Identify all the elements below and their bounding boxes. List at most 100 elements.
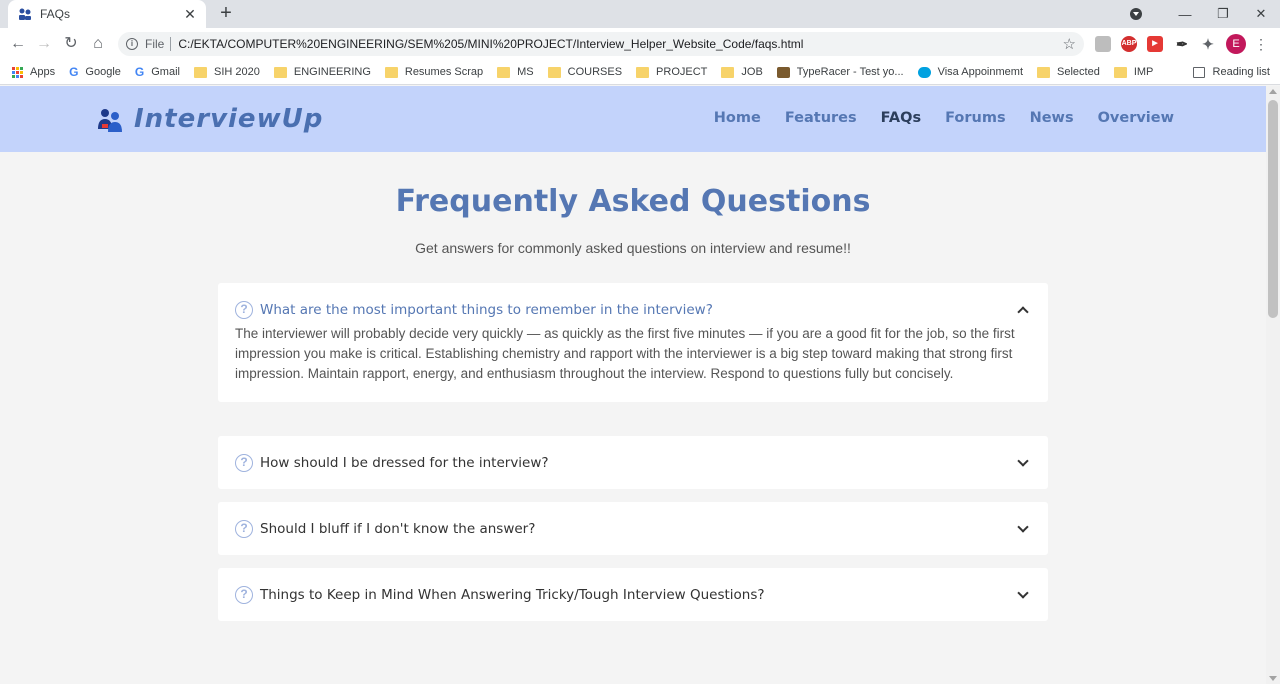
browser-toolbar: ← → ↻ ⌂ i File C:/EKTA/COMPUTER%20ENGINE… — [0, 28, 1280, 60]
scroll-up-icon[interactable] — [1269, 89, 1277, 94]
forward-icon[interactable]: → — [34, 34, 54, 54]
bookmark-typeracer[interactable]: TypeRacer - Test yo... — [776, 66, 904, 78]
page-subtitle: Get answers for commonly asked questions… — [415, 240, 851, 256]
nav-home[interactable]: Home — [714, 110, 761, 126]
brand-name: InterviewUp — [134, 104, 324, 134]
bookmark-gmail[interactable]: G Gmail — [135, 65, 180, 79]
nav-faqs[interactable]: FAQs — [881, 110, 921, 126]
tab-search-icon[interactable] — [1130, 8, 1142, 20]
nav-forums[interactable]: Forums — [945, 110, 1006, 126]
minimize-icon[interactable]: — — [1166, 7, 1204, 22]
close-tab-icon[interactable]: ✕ — [182, 6, 198, 23]
bookmark-courses[interactable]: COURSES — [547, 66, 623, 78]
faq-item: ? What are the most important things to … — [218, 283, 1048, 402]
adblock-icon[interactable]: ABP — [1121, 36, 1137, 52]
chevron-down-icon[interactable] — [1016, 522, 1030, 536]
reading-list-button[interactable]: Reading list — [1192, 66, 1270, 78]
folder-icon — [273, 66, 287, 78]
bookmark-imp[interactable]: IMP — [1113, 66, 1153, 78]
chevron-up-icon[interactable] — [1016, 303, 1030, 317]
google-icon: G — [134, 65, 145, 79]
bookmark-selected[interactable]: Selected — [1037, 66, 1100, 78]
bookmark-apps[interactable]: Apps — [12, 66, 55, 78]
folder-icon — [721, 66, 735, 78]
faq-item: ? How should I be dressed for the interv… — [218, 436, 1048, 489]
nav-features[interactable]: Features — [785, 110, 857, 126]
bookmark-label: PROJECT — [656, 66, 708, 78]
people-logo-icon — [98, 109, 122, 132]
bookmark-label: Visa Appoinmemt — [937, 66, 1023, 78]
tab-title: FAQs — [40, 7, 71, 21]
page-title: Frequently Asked Questions — [395, 184, 871, 219]
info-icon[interactable]: i — [126, 38, 138, 50]
site-header: InterviewUp Home Features FAQs Forums Ne… — [0, 86, 1266, 152]
puzzle-extensions-icon[interactable]: ✦ — [1200, 36, 1216, 52]
youtube-extension-icon[interactable]: ▶ — [1147, 36, 1163, 52]
reading-list-icon — [1192, 66, 1205, 78]
window-controls: — ❐ ✕ — [1130, 0, 1280, 28]
bookmark-label: Resumes Scrap — [404, 66, 484, 78]
bookmark-label: SIH 2020 — [213, 66, 260, 78]
folder-icon — [636, 66, 650, 78]
bookmark-resumes-scrap[interactable]: Resumes Scrap — [384, 66, 484, 78]
bookmark-label: TypeRacer - Test yo... — [796, 66, 904, 78]
extension-icon[interactable] — [1095, 36, 1111, 52]
bookmark-label: COURSES — [567, 66, 623, 78]
bookmark-star-icon[interactable]: ☆ — [1063, 35, 1076, 53]
browser-menu-icon[interactable]: ⋮ — [1254, 34, 1268, 54]
url-scheme: File — [145, 37, 165, 51]
bookmark-sih-2020[interactable]: SIH 2020 — [193, 66, 260, 78]
site-logo[interactable]: InterviewUp — [96, 104, 323, 134]
faq-question-toggle[interactable]: ? How should I be dressed for the interv… — [218, 436, 1048, 489]
question-circle-icon: ? — [235, 300, 253, 319]
restore-icon[interactable]: ❐ — [1204, 6, 1242, 22]
faq-question: What are the most important things to re… — [260, 301, 713, 318]
salesforce-icon — [917, 66, 931, 78]
scrollbar-thumb[interactable] — [1268, 100, 1278, 318]
page-scrollbar[interactable] — [1266, 86, 1280, 684]
close-window-icon[interactable]: ✕ — [1242, 6, 1280, 22]
site-nav: Home Features FAQs Forums News Overview — [690, 110, 1174, 126]
nav-news[interactable]: News — [1030, 110, 1074, 126]
chevron-down-icon[interactable] — [1016, 588, 1030, 602]
back-icon[interactable]: ← — [8, 34, 28, 54]
url-text[interactable]: C:/EKTA/COMPUTER%20ENGINEERING/SEM%205/M… — [178, 37, 1062, 51]
bookmark-label: Selected — [1057, 66, 1100, 78]
reading-list-label: Reading list — [1212, 66, 1270, 78]
bookmark-label: ENGINEERING — [293, 66, 371, 78]
faq-question: Should I bluff if I don't know the answe… — [260, 520, 536, 537]
bookmark-ms[interactable]: MS — [497, 66, 534, 78]
address-bar[interactable]: i File C:/EKTA/COMPUTER%20ENGINEERING/SE… — [118, 32, 1084, 56]
bookmarks-bar: Apps G Google G Gmail SIH 2020 ENGINEERI… — [0, 60, 1280, 85]
chevron-down-icon[interactable] — [1016, 456, 1030, 470]
folder-icon — [384, 66, 398, 78]
folder-icon — [1113, 66, 1127, 78]
question-circle-icon: ? — [235, 453, 253, 472]
reload-icon[interactable]: ↻ — [61, 34, 81, 54]
bookmark-project[interactable]: PROJECT — [636, 66, 707, 78]
bookmark-visa[interactable]: Visa Appoinmemt — [917, 66, 1023, 78]
faq-item: ? Things to Keep in Mind When Answering … — [218, 568, 1048, 621]
faq-question: How should I be dressed for the intervie… — [260, 454, 549, 471]
bookmark-google[interactable]: G Google — [69, 65, 121, 79]
scroll-down-icon[interactable] — [1269, 676, 1277, 681]
bookmark-label: Apps — [30, 66, 56, 78]
faq-question-toggle[interactable]: ? Things to Keep in Mind When Answering … — [218, 568, 1048, 621]
faq-answer: The interviewer will probably decide ver… — [235, 326, 1015, 381]
pen-extension-icon[interactable]: ✒ — [1174, 36, 1190, 52]
question-circle-icon: ? — [235, 585, 253, 604]
browser-tab[interactable]: FAQs ✕ — [8, 0, 206, 28]
home-icon[interactable]: ⌂ — [88, 34, 108, 54]
google-icon: G — [69, 65, 79, 79]
profile-avatar[interactable]: E — [1226, 34, 1246, 54]
bookmark-engineering[interactable]: ENGINEERING — [273, 66, 371, 78]
faq-question: Things to Keep in Mind When Answering Tr… — [260, 586, 765, 603]
question-circle-icon: ? — [235, 519, 253, 538]
new-tab-icon[interactable]: + — [216, 3, 236, 23]
nav-overview[interactable]: Overview — [1098, 110, 1174, 126]
faq-question-toggle[interactable]: ? Should I bluff if I don't know the ans… — [218, 502, 1048, 555]
bookmark-job[interactable]: JOB — [721, 66, 763, 78]
faq-item: ? Should I bluff if I don't know the ans… — [218, 502, 1048, 555]
typeracer-icon — [776, 66, 790, 78]
bookmark-label: Gmail — [151, 66, 180, 78]
